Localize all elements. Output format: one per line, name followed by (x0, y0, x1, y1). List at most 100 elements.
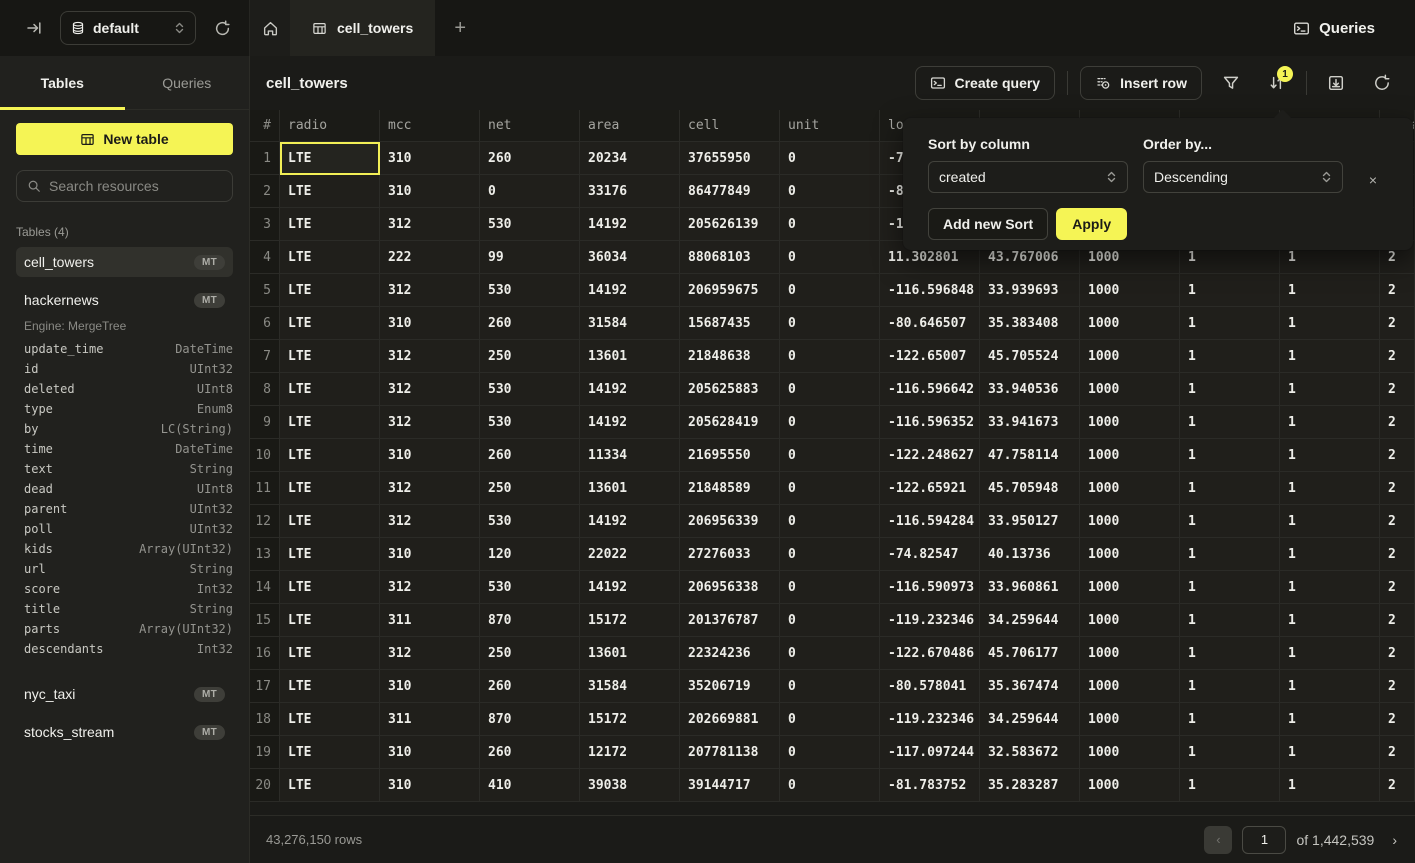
table-cell[interactable]: 530 (480, 406, 580, 439)
table-cell[interactable]: 1 (1180, 505, 1280, 538)
table-cell[interactable]: 37655950 (680, 142, 780, 175)
table-cell[interactable]: LTE (280, 505, 380, 538)
table-cell[interactable]: 1 (1280, 571, 1380, 604)
table-cell[interactable]: LTE (280, 340, 380, 373)
table-cell[interactable]: 1000 (1080, 439, 1180, 472)
table-cell[interactable]: 2 (1380, 373, 1415, 406)
table-cell[interactable]: 312 (380, 274, 480, 307)
table-cell[interactable]: -116.590973 (880, 571, 980, 604)
table-cell[interactable]: 1 (1280, 373, 1380, 406)
table-cell[interactable]: 1 (1280, 736, 1380, 769)
table-cell[interactable]: -81.783752 (880, 769, 980, 802)
home-button[interactable] (250, 0, 290, 56)
remove-sort-button[interactable]: × (1358, 164, 1388, 196)
table-cell[interactable]: 206956339 (680, 505, 780, 538)
table-cell[interactable]: 1 (1280, 274, 1380, 307)
table-cell[interactable]: 1 (1180, 274, 1280, 307)
table-cell[interactable]: 120 (480, 538, 580, 571)
column-header[interactable]: unit (780, 110, 880, 142)
table-cell[interactable]: 250 (480, 340, 580, 373)
table-cell[interactable]: 1 (1280, 538, 1380, 571)
table-cell[interactable]: 33.940536 (980, 373, 1080, 406)
table-cell[interactable]: 311 (380, 604, 480, 637)
table-cell[interactable]: 1000 (1080, 274, 1180, 307)
table-cell[interactable]: LTE (280, 142, 380, 175)
table-cell[interactable]: 1000 (1080, 340, 1180, 373)
sort-order-select[interactable]: Descending (1143, 161, 1343, 193)
table-cell[interactable]: 206956338 (680, 571, 780, 604)
table-cell[interactable]: 2 (1380, 340, 1415, 373)
table-cell[interactable]: 2 (1380, 274, 1415, 307)
table-cell[interactable]: 1 (1180, 472, 1280, 505)
table-cell[interactable]: 0 (780, 274, 880, 307)
column-header[interactable]: net (480, 110, 580, 142)
table-cell[interactable]: LTE (280, 571, 380, 604)
table-cell[interactable]: 1000 (1080, 670, 1180, 703)
table-cell[interactable]: 0 (780, 406, 880, 439)
table-cell[interactable]: 34.259644 (980, 703, 1080, 736)
table-cell[interactable]: -122.248627 (880, 439, 980, 472)
table-cell[interactable]: 310 (380, 736, 480, 769)
table-cell[interactable]: 1 (1180, 439, 1280, 472)
table-cell[interactable]: -116.596848 (880, 274, 980, 307)
table-cell[interactable]: 1 (1280, 637, 1380, 670)
table-cell[interactable]: 20234 (580, 142, 680, 175)
sidebar-item-cell-towers[interactable]: cell_towers MT (16, 247, 233, 277)
table-cell[interactable]: 0 (780, 571, 880, 604)
table-cell[interactable]: LTE (280, 274, 380, 307)
table-cell[interactable]: 21848638 (680, 340, 780, 373)
table-cell[interactable]: 312 (380, 472, 480, 505)
table-cell[interactable]: 14192 (580, 208, 680, 241)
table-cell[interactable]: 1000 (1080, 373, 1180, 406)
table-cell[interactable]: 0 (780, 670, 880, 703)
table-cell[interactable]: 0 (780, 307, 880, 340)
table-cell[interactable]: 15172 (580, 703, 680, 736)
table-cell[interactable]: 1000 (1080, 736, 1180, 769)
table-cell[interactable]: LTE (280, 241, 380, 274)
table-cell[interactable]: 36034 (580, 241, 680, 274)
page-number-input[interactable] (1242, 826, 1286, 854)
table-cell[interactable]: 0 (780, 604, 880, 637)
table-cell[interactable]: 33.950127 (980, 505, 1080, 538)
column-header[interactable]: area (580, 110, 680, 142)
table-cell[interactable]: 31584 (580, 307, 680, 340)
table-cell[interactable]: 1000 (1080, 571, 1180, 604)
table-cell[interactable]: 1 (1280, 670, 1380, 703)
table-cell[interactable]: 34.259644 (980, 604, 1080, 637)
table-cell[interactable]: 39038 (580, 769, 680, 802)
table-cell[interactable]: -117.097244 (880, 736, 980, 769)
table-cell[interactable]: 1 (1180, 736, 1280, 769)
table-cell[interactable]: 2 (1380, 505, 1415, 538)
table-cell[interactable]: 310 (380, 769, 480, 802)
table-cell[interactable]: 312 (380, 373, 480, 406)
create-query-button[interactable]: Create query (915, 66, 1056, 100)
table-cell[interactable]: 1 (1280, 340, 1380, 373)
table-cell[interactable]: 32.583672 (980, 736, 1080, 769)
column-header[interactable]: cell (680, 110, 780, 142)
table-cell[interactable]: 1 (1180, 703, 1280, 736)
table-cell[interactable]: 205626139 (680, 208, 780, 241)
download-button[interactable] (1319, 66, 1353, 100)
table-cell[interactable]: 870 (480, 604, 580, 637)
table-cell[interactable]: LTE (280, 604, 380, 637)
sidebar-item-hackernews[interactable]: hackernews MT (16, 285, 233, 315)
table-cell[interactable]: 310 (380, 439, 480, 472)
table-cell[interactable]: 312 (380, 340, 480, 373)
table-cell[interactable]: LTE (280, 175, 380, 208)
table-cell[interactable]: 1000 (1080, 703, 1180, 736)
table-cell[interactable]: 310 (380, 307, 480, 340)
table-cell[interactable]: 2 (1380, 703, 1415, 736)
table-cell[interactable]: 1000 (1080, 538, 1180, 571)
table-cell[interactable]: 11334 (580, 439, 680, 472)
table-cell[interactable]: 311 (380, 703, 480, 736)
table-cell[interactable]: 1 (1180, 604, 1280, 637)
table-cell[interactable]: 1 (1180, 340, 1280, 373)
table-cell[interactable]: 1000 (1080, 472, 1180, 505)
table-cell[interactable]: 0 (780, 241, 880, 274)
table-cell[interactable]: 14192 (580, 571, 680, 604)
table-cell[interactable]: -122.670486 (880, 637, 980, 670)
table-cell[interactable]: 310 (380, 670, 480, 703)
table-cell[interactable]: 2 (1380, 604, 1415, 637)
table-cell[interactable]: 0 (780, 175, 880, 208)
table-cell[interactable]: 260 (480, 439, 580, 472)
